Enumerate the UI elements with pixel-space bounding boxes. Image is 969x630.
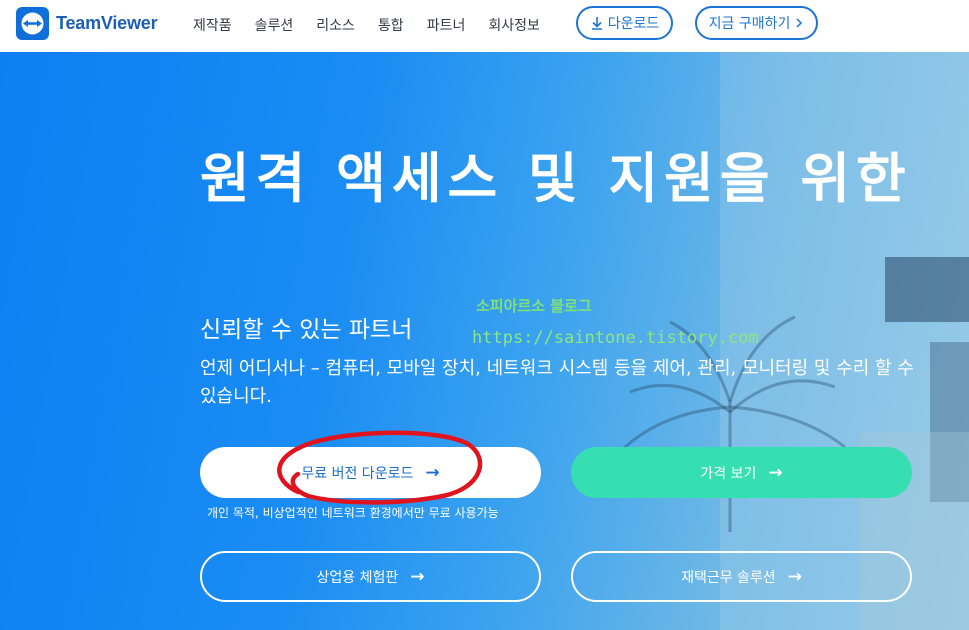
view-pricing-button[interactable]: 가격 보기 → bbox=[571, 447, 912, 498]
nav-item-products[interactable]: 제작품 bbox=[193, 15, 232, 35]
nav-item-resources[interactable]: 리소스 bbox=[316, 15, 355, 35]
free-download-label: 무료 버전 다운로드 bbox=[301, 465, 414, 482]
buy-now-label: 지금 구매하기 bbox=[708, 16, 791, 32]
arrow-right-icon: → bbox=[787, 566, 802, 587]
arrow-right-icon: → bbox=[768, 462, 783, 483]
view-pricing-label: 가격 보기 bbox=[700, 465, 757, 482]
main-nav: 제작품 솔루션 리소스 통합 파트너 회사정보 bbox=[193, 15, 563, 35]
free-use-note: 개인 목적, 비상업적인 네트워크 환경에서만 무료 사용가능 bbox=[207, 506, 499, 520]
buy-now-button[interactable]: 지금 구매하기 bbox=[695, 6, 818, 40]
site-header: TeamViewer 제작품 솔루션 리소스 통합 파트너 회사정보 다운로드 … bbox=[0, 0, 969, 52]
nav-item-partners[interactable]: 파트너 bbox=[427, 15, 466, 35]
download-icon bbox=[591, 17, 602, 30]
blog-watermark-title: 소피아르소 블로그 bbox=[476, 297, 592, 315]
nav-item-company[interactable]: 회사정보 bbox=[488, 15, 540, 35]
teamviewer-logo-icon bbox=[16, 7, 49, 40]
free-download-button[interactable]: 무료 버전 다운로드 → bbox=[200, 447, 541, 498]
nav-item-solutions[interactable]: 솔루션 bbox=[255, 15, 294, 35]
header-download-label: 다운로드 bbox=[607, 16, 660, 32]
hero-subtitle: 신뢰할 수 있는 파트너 bbox=[200, 317, 413, 343]
chevron-right-icon bbox=[796, 18, 803, 28]
nav-item-integrations[interactable]: 통합 bbox=[378, 15, 404, 35]
remote-work-label: 재택근무 솔루션 bbox=[681, 569, 776, 586]
teamviewer-logo[interactable]: TeamViewer bbox=[16, 7, 158, 40]
hero-title: 원격 액세스 및 지원을 위한 bbox=[200, 147, 912, 210]
blog-watermark-url: https://saintone.tistory.com bbox=[472, 328, 759, 348]
remote-work-button[interactable]: 재택근무 솔루션 → bbox=[571, 551, 912, 602]
arrow-right-icon: → bbox=[410, 566, 425, 587]
arrow-right-icon: → bbox=[425, 462, 440, 483]
commercial-trial-label: 상업용 체험판 bbox=[316, 569, 399, 586]
hero-description: 언제 어디서나 – 컴퓨터, 모바일 장치, 네트워크 시스템 등을 제어, 관… bbox=[200, 358, 914, 407]
hero-section: 원격 액세스 및 지원을 위한 신뢰할 수 있는 파트너 언제 어디서나 – 컴… bbox=[0, 52, 969, 630]
header-download-button[interactable]: 다운로드 bbox=[576, 6, 673, 40]
background-window bbox=[885, 257, 969, 322]
commercial-trial-button[interactable]: 상업용 체험판 → bbox=[200, 551, 541, 602]
logo-text: TeamViewer bbox=[56, 13, 158, 33]
